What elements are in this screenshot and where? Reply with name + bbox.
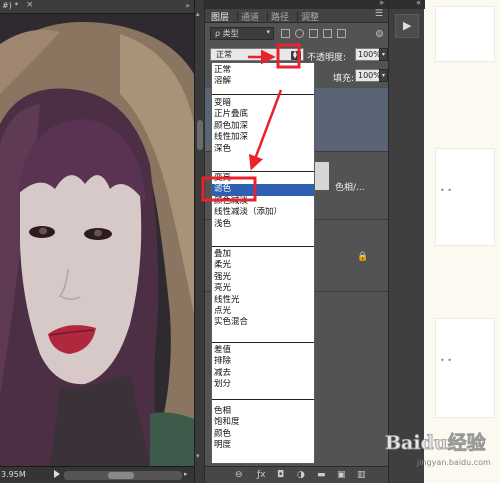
blend-option[interactable]: 正片叠底 (212, 109, 314, 120)
blend-option[interactable]: 色相 (212, 406, 314, 417)
close-icon[interactable]: × (26, 0, 34, 10)
panel-menu-icon[interactable]: ☰ (375, 9, 383, 19)
add-mask-icon[interactable]: ◘ (277, 470, 284, 480)
panel-title-strip: » (205, 0, 389, 9)
chevron-down-icon: ▾ (266, 28, 270, 36)
blend-option[interactable]: 深色 (212, 144, 314, 155)
status-bar: 3.95M ▸ (0, 466, 194, 483)
play-icon[interactable] (54, 470, 60, 478)
new-layer-icon[interactable]: ▣ (337, 470, 346, 480)
filter-pixel-icon[interactable] (281, 29, 290, 38)
scroll-right-icon[interactable]: ▸ (184, 470, 188, 478)
document-canvas[interactable]: #) * × » (0, 0, 194, 466)
blend-option[interactable]: 排除 (212, 356, 314, 367)
article-card (435, 148, 495, 246)
blend-option[interactable]: 亮光 (212, 283, 314, 294)
filter-smart-object-icon[interactable] (337, 29, 346, 38)
blend-mode-dropdown[interactable]: 正常 溶解 变暗 正片叠底 颜色加深 线性加深 深色 变亮 滤色 颜色减淡 线性… (211, 62, 315, 464)
blend-option[interactable]: 变暗 (212, 98, 314, 109)
blend-option[interactable]: 线性加深 (212, 132, 314, 143)
lock-icon: 🔒 (357, 252, 369, 262)
play-action-button[interactable]: ▶ (395, 14, 419, 38)
play-icon: ▶ (403, 19, 412, 32)
blend-option[interactable]: 柔光 (212, 260, 314, 271)
blend-option[interactable]: 正常 (212, 65, 314, 76)
portrait-photo (0, 14, 194, 466)
article-card (435, 318, 495, 418)
blend-option[interactable]: 划分 (212, 379, 314, 390)
article-card (435, 6, 495, 62)
filter-toggle-icon[interactable] (376, 30, 383, 37)
blend-option[interactable]: 溶解 (212, 76, 314, 87)
blend-option[interactable]: 叠加 (212, 249, 314, 260)
layer-mask-thumbnail (313, 162, 329, 190)
layer-filter-select[interactable]: ρ 类型 ▾ (210, 27, 274, 40)
delete-layer-icon[interactable]: ▥ (357, 470, 366, 480)
blend-mode-value: 正常 (216, 50, 232, 59)
collapse-dock-icon[interactable]: « (416, 0, 421, 7)
blend-option[interactable]: 浅色 (212, 219, 314, 230)
blend-option[interactable]: 线性减淡（添加） (212, 207, 314, 218)
blend-option[interactable]: 颜色加深 (212, 121, 314, 132)
tab-paths[interactable]: 路径 (271, 10, 289, 23)
vertical-scroll-thumb[interactable] (197, 120, 203, 150)
blend-option[interactable]: 线性光 (212, 295, 314, 306)
fill-field[interactable]: 100% (355, 69, 381, 82)
fill-label: 填充: (333, 74, 355, 84)
article-sidebar: • • • • (425, 0, 500, 483)
blend-option[interactable]: 明度 (212, 440, 314, 451)
document-size-readout: 3.95M (1, 470, 26, 479)
blend-mode-stepper-icon[interactable]: ▲ ▼ (291, 51, 301, 60)
right-dock: « ▶ (388, 0, 425, 483)
blend-mode-select[interactable]: 正常 ▲ ▼ (210, 48, 304, 61)
collapse-panel-icon[interactable]: » (379, 0, 384, 7)
filter-kind-label: ρ 类型 (215, 29, 239, 38)
scroll-down-icon[interactable]: ▾ (196, 452, 200, 460)
panel-tabs: 图层 通道 路径 调整 ☰ (205, 9, 389, 23)
blend-option[interactable]: 颜色减淡 (212, 196, 314, 207)
tab-channels[interactable]: 通道 (241, 10, 259, 23)
filter-shape-icon[interactable] (323, 29, 332, 38)
layer-name: 色相/... (335, 183, 365, 193)
blend-option[interactable]: 颜色 (212, 429, 314, 440)
ellipsis-icon: • • (440, 186, 452, 195)
tab-layers[interactable]: 图层 (211, 10, 229, 23)
ellipsis-icon: • • (440, 356, 452, 365)
new-adjustment-icon[interactable]: ◑ (297, 470, 305, 480)
dock-title-strip: « (389, 0, 425, 9)
blend-option[interactable]: 减去 (212, 368, 314, 379)
filter-type-icon[interactable] (309, 29, 318, 38)
opacity-dropdown-icon[interactable]: ▾ (379, 48, 388, 61)
blend-option[interactable]: 强光 (212, 272, 314, 283)
blend-option-selected[interactable]: 滤色 (212, 184, 314, 196)
blend-option[interactable]: 实色混合 (212, 317, 314, 328)
watermark-brand: Baidu经验 (385, 432, 486, 455)
blend-option[interactable]: 点光 (212, 306, 314, 317)
horizontal-scroll-thumb[interactable] (108, 472, 134, 479)
vertical-scrollbar[interactable]: ▴ ▾ (194, 0, 204, 483)
blend-option[interactable]: 饱和度 (212, 417, 314, 428)
baidu-watermark: Baidu经验 jingyan.baidu.com (377, 428, 497, 478)
layer-filter-row: ρ 类型 ▾ (205, 24, 389, 42)
new-group-icon[interactable]: ▬ (317, 470, 326, 480)
opacity-field[interactable]: 100% (355, 48, 381, 61)
fill-dropdown-icon[interactable]: ▾ (379, 69, 388, 82)
document-tab[interactable]: #) * × » (0, 0, 194, 14)
document-tab-title: #) * (2, 1, 19, 10)
blend-option[interactable]: 差值 (212, 345, 314, 356)
watermark-url: jingyan.baidu.com (417, 458, 491, 467)
horizontal-scrollbar[interactable] (64, 471, 182, 480)
layers-panel-footer: ⊖ ƒx ◘ ◑ ▬ ▣ ▥ (205, 466, 389, 483)
tab-overflow-icon[interactable]: » (185, 1, 190, 10)
tab-adjustments[interactable]: 调整 (301, 10, 319, 23)
scroll-up-icon[interactable]: ▴ (196, 10, 200, 18)
filter-adjustment-icon[interactable] (295, 29, 304, 38)
blend-option[interactable]: 变亮 (212, 173, 314, 184)
link-layers-icon[interactable]: ⊖ (235, 470, 243, 480)
fx-icon[interactable]: ƒx (257, 470, 266, 480)
